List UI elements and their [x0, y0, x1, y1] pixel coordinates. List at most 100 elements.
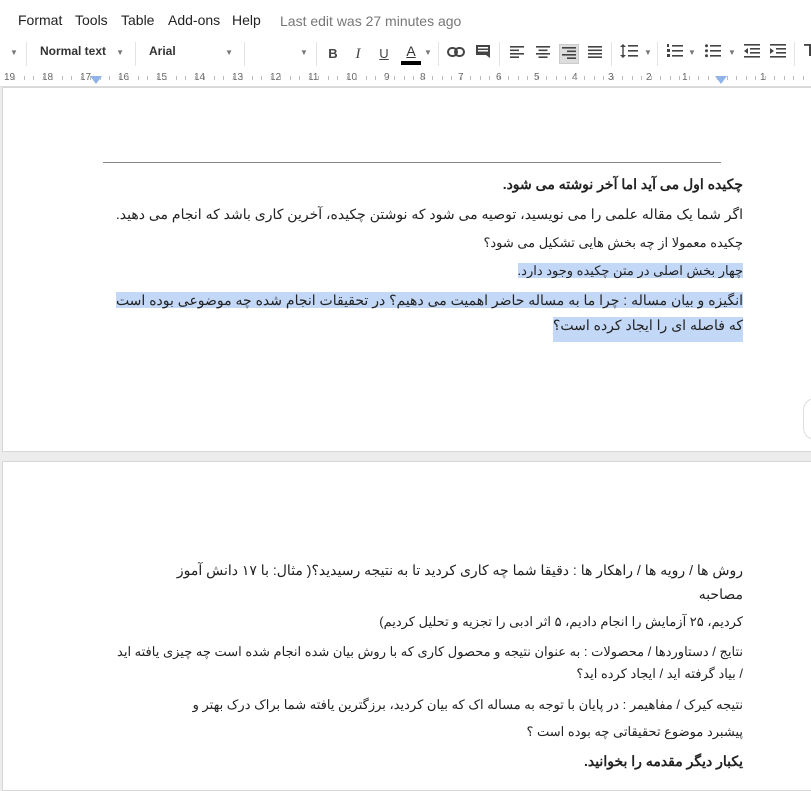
ruler-tick	[461, 76, 462, 80]
ruler-tick	[223, 76, 224, 80]
numbered-list-icon[interactable]	[665, 44, 685, 64]
font-dropdown[interactable]: Arial ▼	[149, 44, 233, 64]
chevron-down-icon[interactable]: ▼	[10, 48, 18, 57]
ruler-tick	[280, 76, 281, 80]
ruler-tick	[803, 76, 804, 80]
ruler-tick	[147, 76, 148, 80]
menu-help[interactable]: Help	[232, 12, 261, 28]
ruler-tick	[594, 76, 595, 80]
chevron-down-icon[interactable]: ▼	[644, 48, 652, 57]
scroll-handle[interactable]	[803, 398, 811, 440]
ruler-tick	[24, 76, 25, 80]
ruler-tick	[366, 76, 367, 80]
ruler-tick	[290, 76, 291, 80]
ruler-tick	[641, 76, 642, 80]
chevron-down-icon: ▼	[116, 48, 124, 57]
ruler-tick	[489, 76, 490, 80]
ruler-tick	[556, 76, 557, 80]
ruler-tick	[252, 76, 253, 80]
ruler-tick	[195, 76, 196, 80]
align-left-icon[interactable]	[507, 44, 527, 64]
menu-bar: Format Tools Table Add-ons Help Last edi…	[0, 0, 811, 38]
ruler-tick	[271, 76, 272, 80]
ruler-tick	[432, 76, 433, 80]
horizontal-rule	[103, 162, 721, 163]
ruler-tick	[698, 76, 699, 80]
ruler-tick	[451, 76, 452, 80]
menu-table[interactable]: Table	[121, 12, 154, 28]
ruler-tick	[71, 76, 72, 80]
bulleted-list-icon[interactable]	[703, 44, 723, 64]
ruler-tick	[138, 76, 139, 80]
ruler-tick	[537, 76, 538, 80]
ruler-tick	[499, 76, 500, 80]
text-color-button[interactable]: A	[400, 43, 422, 65]
ruler[interactable]: 191817161514131211109876543211	[0, 70, 811, 87]
toolbar-divider	[26, 42, 27, 66]
ruler-tick	[233, 76, 234, 80]
document-page[interactable]: چکیده اول می آید اما آخر نوشته می شود. ا…	[2, 87, 811, 452]
document-page[interactable]: روش ها / رویه ها / راهکار ها : دقیقا شما…	[2, 461, 811, 791]
ruler-tick	[119, 76, 120, 80]
toolbar-divider	[611, 42, 612, 66]
toolbar-divider	[135, 42, 136, 66]
ruler-tick	[508, 76, 509, 80]
ruler-tick	[166, 76, 167, 80]
paragraph-heading: یکبار دیگر مقدمه را بخوانید.	[583, 753, 743, 769]
decrease-indent-icon[interactable]	[742, 44, 762, 64]
line-spacing-icon[interactable]	[619, 44, 639, 64]
ruler-tick	[784, 76, 785, 80]
align-center-icon[interactable]	[533, 44, 553, 64]
chevron-down-icon[interactable]: ▼	[424, 48, 432, 57]
ruler-tick	[81, 76, 82, 80]
ruler-tick	[318, 76, 319, 80]
ruler-tick	[176, 76, 177, 80]
align-right-icon[interactable]	[559, 44, 579, 64]
chevron-down-icon[interactable]: ▼	[300, 48, 308, 57]
text-color-swatch	[401, 61, 421, 65]
indent-marker[interactable]	[90, 76, 102, 84]
ruler-tick	[774, 76, 775, 80]
menu-tools[interactable]: Tools	[75, 12, 108, 28]
ruler-tick	[413, 76, 414, 80]
menu-format[interactable]: Format	[18, 12, 62, 28]
right-indent-marker[interactable]	[715, 76, 727, 84]
ruler-tick	[423, 76, 424, 80]
ruler-tick	[527, 76, 528, 80]
ruler-tick	[679, 76, 680, 80]
paragraph-style-dropdown[interactable]: Normal text ▼	[40, 44, 124, 64]
link-icon[interactable]	[446, 44, 466, 64]
ruler-tick	[404, 76, 405, 80]
italic-button[interactable]: I	[348, 44, 368, 64]
bold-button[interactable]: B	[323, 44, 343, 64]
menu-add-ons[interactable]: Add-ons	[168, 12, 220, 28]
ruler-tick	[52, 76, 53, 80]
toolbar-divider	[657, 42, 658, 66]
paragraph: نتیجه کیرک / مفاهیمر : در پایان با توجه …	[192, 697, 743, 712]
underline-button[interactable]: U	[374, 44, 394, 64]
ruler-tick	[328, 76, 329, 80]
ruler-tick	[480, 76, 481, 80]
toolbar-divider	[316, 42, 317, 66]
ruler-tick	[185, 76, 186, 80]
chevron-down-icon[interactable]: ▼	[728, 48, 736, 57]
chevron-down-icon: ▼	[225, 48, 233, 57]
ruler-tick	[109, 76, 110, 80]
ruler-tick	[356, 76, 357, 80]
paragraph: روش ها / رویه ها / راهکار ها : دقیقا شما…	[176, 562, 743, 578]
last-edit-status[interactable]: Last edit was 27 minutes ago	[280, 13, 461, 29]
ruler-tick	[727, 76, 728, 80]
text-color-glyph: A	[406, 43, 416, 59]
ruler-tick	[62, 76, 63, 80]
align-justify-icon[interactable]	[585, 44, 605, 64]
ruler-tick	[442, 76, 443, 80]
ruler-tick	[33, 76, 34, 80]
chevron-down-icon[interactable]: ▼	[688, 48, 696, 57]
clear-formatting-icon[interactable]	[800, 44, 811, 64]
increase-indent-icon[interactable]	[768, 44, 788, 64]
ruler-tick	[708, 76, 709, 80]
toolbar-divider	[794, 42, 795, 66]
toolbar-divider	[438, 42, 439, 66]
selected-paragraph: انگیزه و بیان مساله : چرا ما به مساله حا…	[115, 292, 743, 308]
comment-icon[interactable]	[473, 44, 493, 64]
